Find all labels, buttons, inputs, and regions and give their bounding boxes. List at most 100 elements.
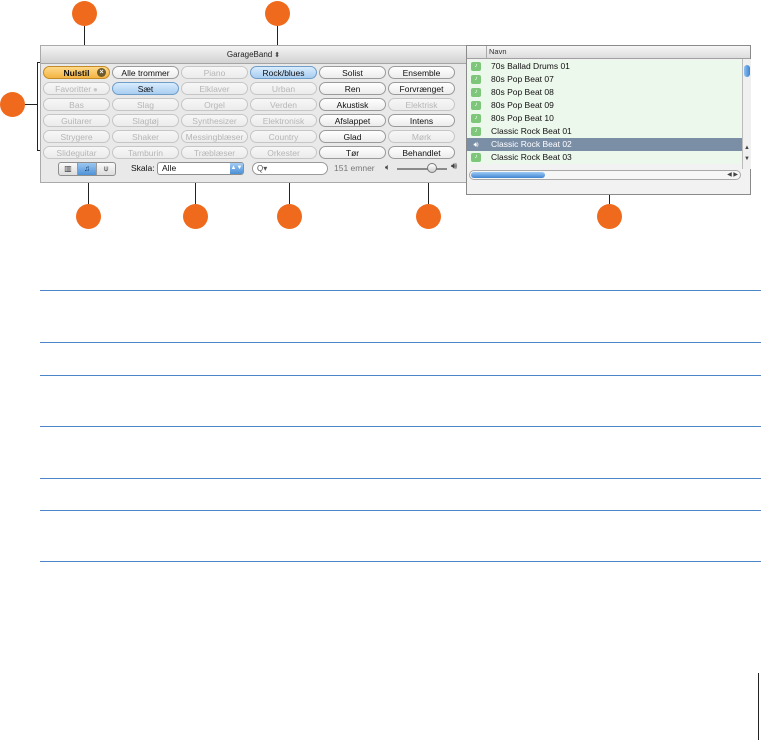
callout-4 (76, 204, 101, 229)
horizontal-scrollbar[interactable]: ◀ ▶ (469, 170, 741, 180)
search-icon: Q▾ (257, 164, 268, 173)
keyword-button[interactable]: Bas (43, 98, 110, 111)
keyword-button[interactable]: Akustisk (319, 98, 386, 111)
list-item[interactable]: 🔊︎ Classic Rock Beat 02 (467, 138, 742, 151)
keyword-label: Elektrisk (405, 100, 438, 110)
list-item[interactable]: ♪ 70s Ballad Drums 01 (467, 60, 742, 73)
keyword-button[interactable]: Nulstil × (43, 66, 110, 79)
loop-icon: ♪ (471, 153, 481, 162)
scroll-down-arrow-icon[interactable]: ▼ (743, 156, 751, 162)
keyword-button[interactable]: Messingblæser (181, 130, 248, 143)
list-item[interactable]: ♪ 80s Pop Beat 07 (467, 73, 742, 86)
keyword-label: Glad (343, 132, 362, 142)
callout-1 (72, 1, 97, 26)
results-rows: ♪ 70s Ballad Drums 01 ♪ 80s Pop Beat 07 ♪ 80s… (467, 59, 742, 169)
volume-slider-track[interactable] (397, 168, 447, 170)
table-rule (40, 290, 761, 291)
browser-toolbar: ▥ ♫ ⍦ Skala: Alle ▲▼ Q▾ 151 emner 🔈︎ 🔊︎ (40, 156, 467, 182)
keyword-button[interactable]: Guitarer (43, 114, 110, 127)
select-arrows-icon: ▲▼ (230, 163, 243, 174)
keyword-label: Rock/blues (262, 68, 305, 78)
loop-name: 80s Pop Beat 07 (491, 74, 554, 84)
keyword-label: Intens (409, 116, 434, 126)
keyword-label: Afslappet (334, 116, 371, 126)
keyword-button[interactable]: Afslappet (319, 114, 386, 127)
list-item[interactable]: ♪ Classic Rock Beat 03 (467, 151, 742, 164)
keyword-button[interactable]: Elektronisk (250, 114, 317, 127)
keyword-label: Solist (342, 68, 363, 78)
keyword-button[interactable]: Solist (319, 66, 386, 79)
results-list: Navn ♪ 70s Ballad Drums 01 ♪ 80s Pop Beat 0… (466, 45, 751, 195)
icon-column-header[interactable] (467, 46, 487, 58)
keyword-button[interactable]: Verden (250, 98, 317, 111)
loop-name: 80s Pop Beat 09 (491, 100, 554, 110)
keyword-label: Shaker (132, 132, 159, 142)
keyword-button[interactable]: Orgel (181, 98, 248, 111)
callout-3-bracket-h (25, 104, 37, 105)
loop-name: 70s Ballad Drums 01 (491, 61, 570, 71)
keyword-button[interactable]: Slag (112, 98, 179, 111)
keyword-button[interactable]: Sæt (112, 82, 179, 95)
callout-5 (183, 204, 208, 229)
scale-label: Skala: (131, 163, 155, 173)
keyword-label: Country (268, 132, 299, 142)
window-title: GarageBand (226, 50, 273, 59)
keyword-button[interactable]: Alle trommer (112, 66, 179, 79)
scale-select[interactable]: Alle ▲▼ (157, 162, 244, 175)
results-header: Navn (467, 46, 750, 59)
list-item[interactable]: ♪ 80s Pop Beat 08 (467, 86, 742, 99)
keyword-button[interactable]: Urban (250, 82, 317, 95)
keyword-label: Verden (270, 100, 297, 110)
callout-7 (416, 204, 441, 229)
keyword-button[interactable]: Glad (319, 130, 386, 143)
list-item[interactable]: ♪ Classic Rock Beat 01 (467, 125, 742, 138)
keyword-button[interactable]: Favoritter ● (43, 82, 110, 95)
keyword-button[interactable]: Elektrisk (388, 98, 455, 111)
column-view-icon: ▥ (64, 164, 72, 173)
callout-3-bracket-v (37, 62, 38, 151)
window-title-bar[interactable]: GarageBand ⬍ (41, 46, 466, 64)
resize-arrows-icon[interactable]: ⬍ (274, 52, 280, 59)
view-switch-group: ▥ ♫ ⍦ (58, 162, 116, 176)
loop-name: Classic Rock Beat 01 (491, 126, 572, 136)
keyword-label: Guitarer (61, 116, 92, 126)
volume-slider-knob[interactable] (427, 163, 437, 173)
clear-icon[interactable]: × (97, 68, 106, 77)
keyword-label: Messingblæser (185, 132, 244, 142)
list-item[interactable]: ♪ 80s Pop Beat 09 (467, 99, 742, 112)
keyword-button[interactable]: Ensemble (388, 66, 455, 79)
item-count: 151 emner (334, 163, 375, 173)
keyword-button[interactable]: Slagtøj (112, 114, 179, 127)
search-field[interactable]: Q▾ (252, 162, 328, 175)
loop-name: Classic Rock Beat 03 (491, 152, 572, 162)
scroll-left-right-arrows-icon[interactable]: ◀ ▶ (727, 171, 738, 179)
keyword-button[interactable]: Strygere (43, 130, 110, 143)
keyword-button[interactable]: Elklaver (181, 82, 248, 95)
keyword-button[interactable]: Ren (319, 82, 386, 95)
keyword-button[interactable]: Synthesizer (181, 114, 248, 127)
loop-name: Classic Rock Beat 02 (491, 139, 572, 149)
keyword-button[interactable]: Mørk (388, 130, 455, 143)
keyword-button[interactable]: Intens (388, 114, 455, 127)
volume-low-icon: 🔈︎ (385, 162, 391, 172)
loop-icon: ♪ (471, 114, 481, 123)
list-item[interactable]: ♪ 80s Pop Beat 10 (467, 112, 742, 125)
music-view-button[interactable]: ♫ (78, 163, 97, 175)
podcast-view-button[interactable]: ⍦ (97, 163, 115, 175)
keyword-button[interactable]: Forvrænget (388, 82, 455, 95)
horizontal-scroll-thumb[interactable] (471, 172, 545, 178)
keyword-label: Orgel (204, 100, 225, 110)
vertical-scroll-thumb[interactable] (744, 65, 750, 77)
name-column-header[interactable]: Navn (489, 46, 507, 58)
keyword-button[interactable]: Country (250, 130, 317, 143)
keyword-label: Synthesizer (192, 116, 237, 126)
keyword-label: Mørk (411, 132, 432, 142)
keyword-button[interactable]: Piano (181, 66, 248, 79)
keyword-button[interactable]: Rock/blues (250, 66, 317, 79)
scroll-up-arrow-icon[interactable]: ▲ (743, 145, 751, 151)
column-view-button[interactable]: ▥ (59, 163, 78, 175)
table-rule (40, 510, 761, 511)
keyword-button[interactable]: Shaker (112, 130, 179, 143)
vertical-scrollbar[interactable]: ▲ ▼ (742, 59, 751, 169)
loop-icon: ♪ (471, 127, 481, 136)
